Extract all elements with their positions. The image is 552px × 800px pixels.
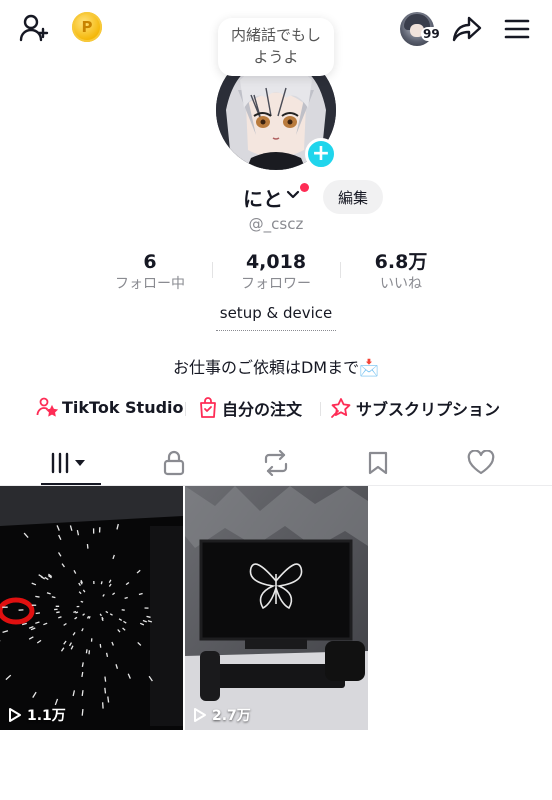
likes-label: いいね [380, 276, 422, 292]
video-thumbnail[interactable]: 1.1万 [0, 486, 183, 730]
tiktok-studio-button[interactable]: TikTok Studio [36, 396, 184, 418]
following-count: 6 [143, 251, 157, 273]
new-indicator-dot [300, 183, 309, 192]
view-count: 2.7万 [193, 705, 251, 725]
followers-label: フォロワー [241, 276, 311, 292]
username: @_cscz [248, 215, 304, 233]
add-story-plus-icon[interactable]: + [305, 138, 337, 170]
profile-link[interactable]: setup & device [0, 304, 552, 331]
edit-profile-button[interactable]: 編集 [323, 180, 383, 214]
stat-divider [212, 262, 213, 278]
lock-icon [163, 450, 185, 476]
followers-stat[interactable]: 4,018 フォロワー [226, 250, 326, 294]
profile-stats: 6 フォロー中 4,018 フォロワー 6.8万 いいね [0, 250, 552, 294]
subscription-button[interactable]: サブスクリプション [330, 396, 500, 420]
status-note-line-1: 内緒話でもし [230, 26, 321, 44]
grid-bars-icon [51, 452, 85, 474]
star-ribbon-icon [331, 398, 351, 418]
shortcut-divider [185, 402, 186, 416]
following-label: フォロー中 [115, 276, 185, 292]
bookmark-icon [368, 451, 388, 475]
status-note-line-2: ようよ [253, 48, 299, 66]
play-icon [9, 708, 21, 722]
shopping-bag-icon [200, 397, 216, 418]
add-friend-icon[interactable] [16, 10, 52, 46]
repost-icon [264, 450, 288, 476]
view-count-text: 1.1万 [27, 708, 66, 724]
coin-icon[interactable]: P [72, 12, 102, 42]
menu-icon[interactable] [500, 12, 534, 46]
bio-text: お仕事のご依頼はDMまで📩 [172, 358, 380, 377]
creator-shortcuts: TikTok Studio 自分の注文 サブスクリプション [0, 396, 552, 422]
my-orders-button[interactable]: 自分の注文 [198, 396, 302, 420]
stat-divider [340, 262, 341, 278]
video-thumbnail[interactable]: 2.7万 [185, 486, 368, 730]
tab-private[interactable] [124, 440, 224, 486]
view-count: 1.1万 [8, 705, 66, 725]
active-tab-indicator [41, 483, 101, 485]
tab-videos[interactable] [21, 440, 121, 486]
nickname[interactable]: にと [243, 183, 283, 212]
heart-icon [467, 450, 495, 475]
tab-favorites[interactable] [328, 440, 428, 486]
person-star-icon [36, 397, 58, 417]
likes-stat[interactable]: 6.8万 いいね [356, 250, 446, 294]
view-count-text: 2.7万 [212, 708, 251, 724]
likes-count: 6.8万 [374, 251, 428, 273]
following-stat[interactable]: 6 フォロー中 [105, 250, 195, 294]
shortcut-divider [320, 402, 321, 416]
chevron-down-icon[interactable] [286, 190, 300, 200]
profile-link-text[interactable]: setup & device [215, 304, 337, 331]
tab-liked[interactable] [431, 440, 531, 486]
tiktok-studio-label: TikTok Studio [62, 397, 184, 417]
followers-count: 4,018 [245, 251, 307, 273]
my-orders-label: 自分の注文 [222, 400, 303, 419]
content-tabs [0, 440, 552, 486]
share-icon[interactable] [450, 12, 484, 46]
play-icon [194, 708, 206, 722]
notification-count-badge: 99 [421, 27, 442, 41]
subscription-label: サブスクリプション [356, 400, 501, 419]
name-row: にと [0, 180, 552, 216]
status-note-bubble[interactable]: 内緒話でもし ようよ [218, 18, 334, 76]
tab-reposts[interactable] [226, 440, 326, 486]
